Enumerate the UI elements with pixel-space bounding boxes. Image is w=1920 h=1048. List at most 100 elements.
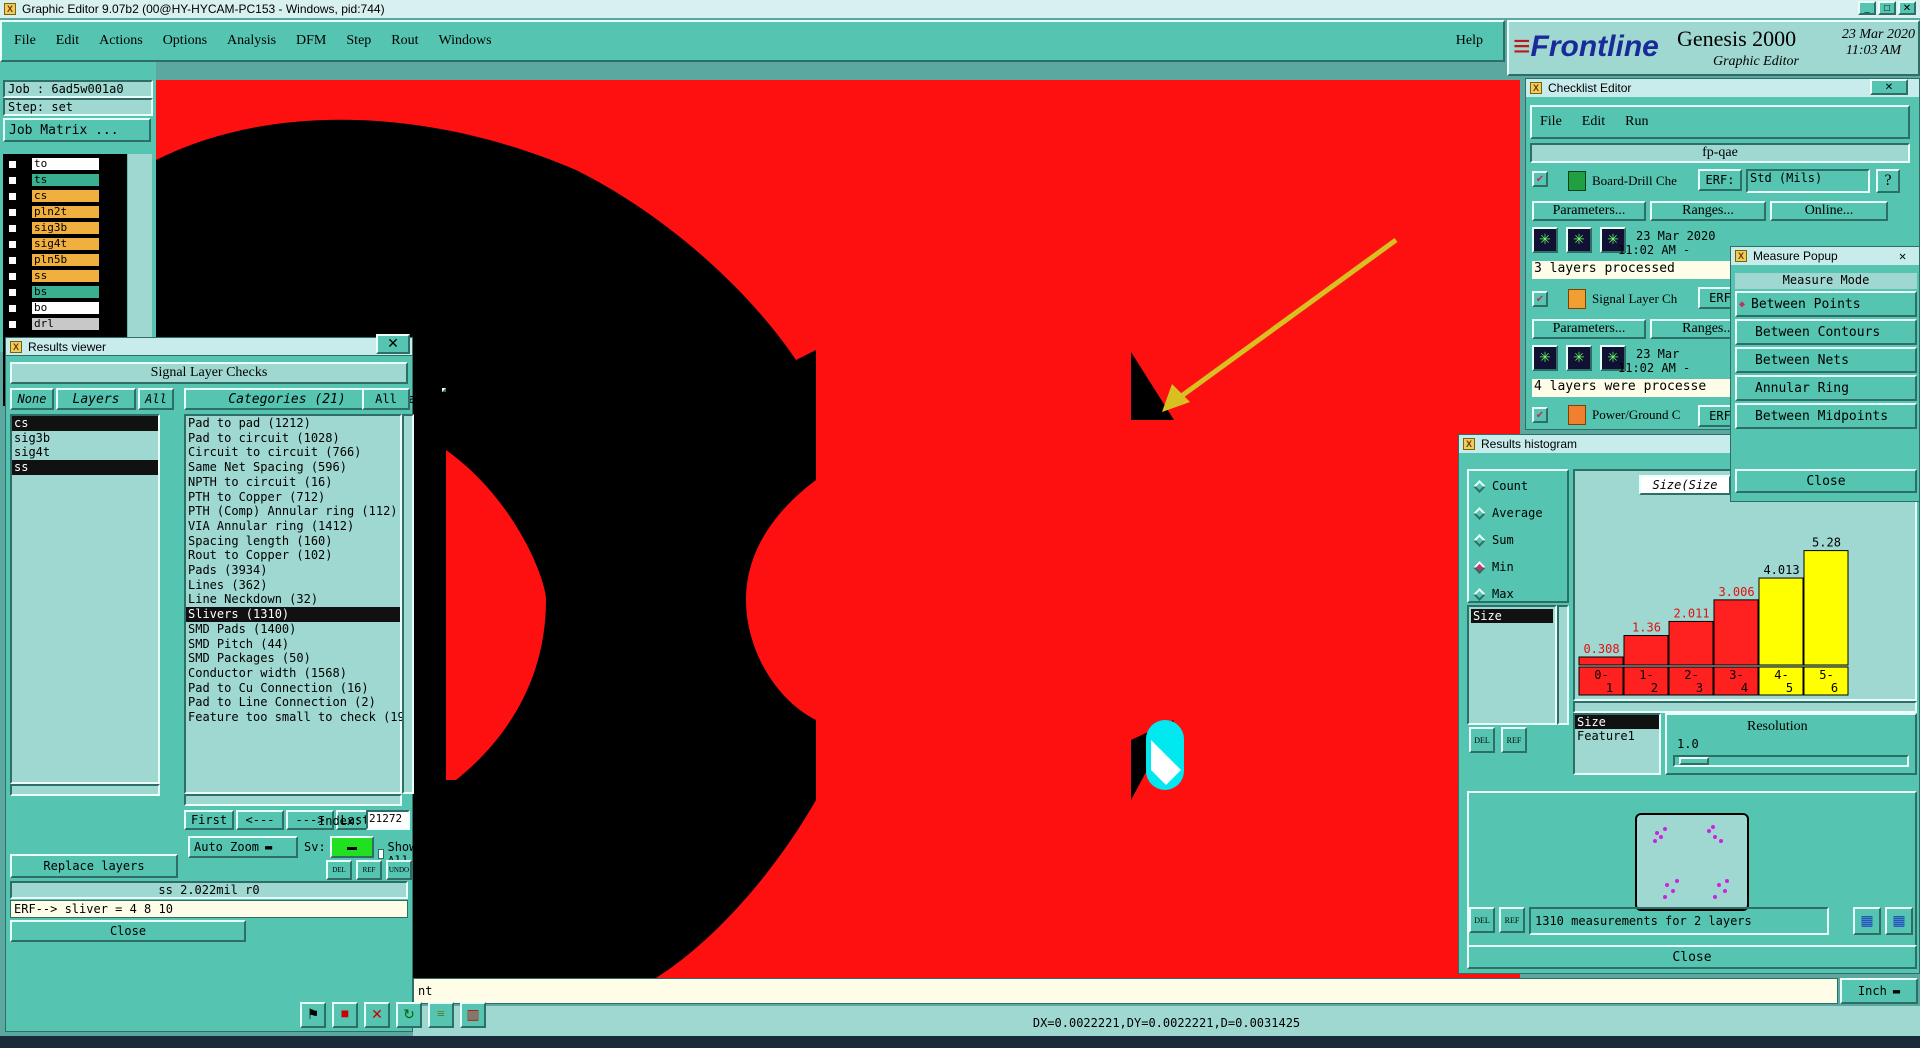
- category-item[interactable]: Pad to Line Connection (2): [186, 695, 400, 710]
- histogram-field-list[interactable]: Size: [1467, 605, 1557, 725]
- ref-icon[interactable]: REF: [356, 860, 382, 880]
- index-input[interactable]: 21272: [366, 810, 410, 830]
- mode-between-nets[interactable]: Between Nets: [1735, 347, 1917, 373]
- first-button[interactable]: First: [184, 810, 234, 830]
- mode-annular-ring[interactable]: Annular Ring: [1735, 375, 1917, 401]
- menu-file[interactable]: File: [14, 33, 36, 49]
- prev-button[interactable]: <---: [236, 810, 284, 830]
- delete-icon[interactable]: ✕: [364, 1002, 390, 1028]
- option-count[interactable]: Count: [1471, 479, 1528, 493]
- ranges-button-1[interactable]: Ranges...: [1650, 201, 1766, 221]
- category-item[interactable]: Spacing length (160): [186, 534, 400, 549]
- layer-row-sig4t[interactable]: sig4t: [7, 238, 99, 250]
- del-icon[interactable]: DEL: [326, 860, 352, 880]
- menu-actions[interactable]: Actions: [99, 33, 143, 49]
- checklist-menu-run[interactable]: Run: [1625, 114, 1648, 130]
- layers-button[interactable]: Layers: [56, 388, 136, 410]
- option-average[interactable]: Average: [1471, 506, 1543, 520]
- layer-row-to[interactable]: to: [7, 158, 99, 170]
- layer-checkbox[interactable]: [7, 190, 18, 202]
- maximize-icon[interactable]: □: [1878, 1, 1896, 15]
- category-item[interactable]: Pad to circuit (1028): [186, 431, 400, 446]
- category-item[interactable]: Circuit to circuit (766): [186, 445, 400, 460]
- units-dropdown[interactable]: Inch ▬: [1840, 978, 1918, 1004]
- layer-name[interactable]: sig4t: [32, 238, 99, 250]
- board-preview[interactable]: [1635, 813, 1749, 911]
- minimize-icon[interactable]: _: [1858, 1, 1876, 15]
- category-item[interactable]: Same Net Spacing (596): [186, 460, 400, 475]
- replace-layers-dropdown[interactable]: Replace layers: [10, 854, 178, 878]
- category-item[interactable]: SMD Packages (50): [186, 651, 400, 666]
- layer-name[interactable]: cs: [32, 190, 99, 202]
- layer-name[interactable]: bs: [32, 286, 99, 298]
- histogram-bar[interactable]: [1758, 577, 1804, 666]
- result-layer-cs[interactable]: cs: [12, 416, 158, 431]
- checklist-menu-file[interactable]: File: [1540, 114, 1562, 130]
- run-icon[interactable]: ✳: [1532, 227, 1558, 253]
- category-item[interactable]: Pad to Cu Connection (16): [186, 681, 400, 696]
- histogram-bar[interactable]: [1578, 656, 1624, 666]
- result-layer-sig3b[interactable]: sig3b: [12, 431, 158, 446]
- category-item[interactable]: Feature too small to check (196): [186, 710, 419, 725]
- histogram-bar[interactable]: [1803, 550, 1849, 666]
- category-hscroll[interactable]: [184, 794, 402, 806]
- none-button[interactable]: None: [10, 388, 54, 410]
- category-item[interactable]: PTH to Copper (712): [186, 490, 400, 505]
- category-list[interactable]: Pad to pad (1212) Pad to circuit (1028) Ci…: [184, 414, 419, 794]
- layer-checkbox[interactable]: [7, 302, 18, 314]
- resolution-slider[interactable]: [1673, 755, 1909, 767]
- layer-row-cs[interactable]: cs: [7, 190, 99, 202]
- check-erf-1[interactable]: ERF:: [1698, 169, 1742, 191]
- results-viewer-close-icon[interactable]: ✕: [376, 334, 410, 354]
- menu-dfm[interactable]: DFM: [296, 33, 326, 49]
- option-min[interactable]: Min: [1471, 560, 1514, 574]
- chart-icon[interactable]: ▦: [1885, 907, 1913, 935]
- del-icon[interactable]: DEL: [1469, 907, 1495, 933]
- sv-color-dropdown[interactable]: ▬: [330, 836, 374, 858]
- category-vscroll[interactable]: [402, 414, 414, 794]
- category-item[interactable]: Lines (362): [186, 578, 400, 593]
- mode-between-contours[interactable]: Between Contours: [1735, 319, 1917, 345]
- layer-checkbox[interactable]: [7, 238, 18, 250]
- measure-close-button[interactable]: Close: [1735, 469, 1917, 493]
- check-enable-3[interactable]: ✔: [1532, 407, 1548, 423]
- list-icon[interactable]: ≡: [428, 1002, 454, 1028]
- layer-row-ts[interactable]: ts: [7, 174, 99, 186]
- menu-step[interactable]: Step: [346, 33, 371, 49]
- mode-between-midpoints[interactable]: Between Midpoints: [1735, 403, 1917, 429]
- bar-chart-icon[interactable]: ▥: [460, 1002, 486, 1028]
- category-item[interactable]: SMD Pitch (44): [186, 637, 400, 652]
- help-question-icon[interactable]: ?: [1876, 169, 1900, 193]
- layer-row-drl[interactable]: drl: [7, 318, 99, 330]
- check-enable-1[interactable]: ✔: [1532, 171, 1548, 187]
- layer-checkbox[interactable]: [7, 174, 18, 186]
- layer-row-pln2t[interactable]: pln2t: [7, 206, 99, 218]
- menu-help[interactable]: Help: [1456, 33, 1483, 49]
- layer-checkbox[interactable]: [7, 222, 18, 234]
- option-sum[interactable]: Sum: [1471, 533, 1514, 547]
- res-field-size[interactable]: Size: [1575, 715, 1659, 729]
- run-icon[interactable]: ✳: [1532, 345, 1558, 371]
- category-item[interactable]: Rout to Copper (102): [186, 548, 400, 563]
- checklist-menu-edit[interactable]: Edit: [1582, 114, 1605, 130]
- del-icon[interactable]: DEL: [1469, 727, 1495, 753]
- category-item[interactable]: Pads (3934): [186, 563, 400, 578]
- res-field-feature1[interactable]: Feature1: [1575, 729, 1659, 743]
- layer-result-hscroll[interactable]: [10, 784, 160, 796]
- parameters-button-2[interactable]: Parameters...: [1532, 319, 1646, 339]
- runner-icon[interactable]: ⚑: [300, 1002, 326, 1028]
- histogram-close-button[interactable]: Close: [1467, 945, 1917, 969]
- measure-close-icon[interactable]: ✕: [1899, 249, 1906, 263]
- layer-checkbox[interactable]: [7, 158, 18, 170]
- histogram-hscroll[interactable]: [1573, 701, 1917, 713]
- check-erf-value-1[interactable]: Std (Mils): [1746, 169, 1870, 193]
- run-icon[interactable]: ✳: [1566, 345, 1592, 371]
- category-item[interactable]: NPTH to circuit (16): [186, 475, 400, 490]
- undo-icon[interactable]: UNDO: [386, 860, 412, 880]
- categories-button[interactable]: Categories (21): [184, 388, 390, 410]
- ref-icon[interactable]: REF: [1499, 907, 1525, 933]
- ref-icon[interactable]: REF: [1501, 727, 1527, 753]
- layer-name[interactable]: to: [32, 158, 99, 170]
- resolution-field-list[interactable]: Size Feature1: [1573, 713, 1661, 775]
- menu-rout[interactable]: Rout: [391, 33, 418, 49]
